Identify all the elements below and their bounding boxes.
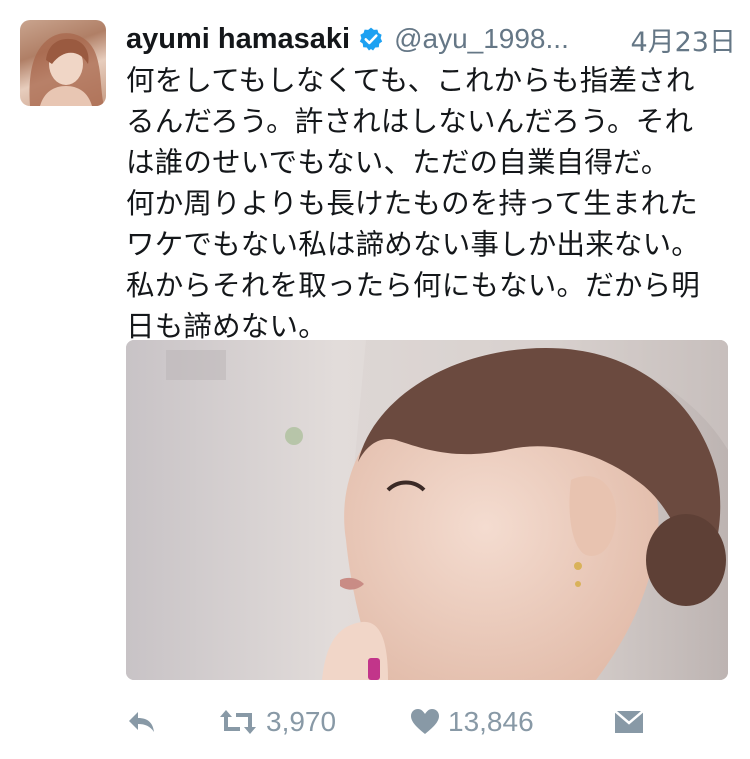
reply-button[interactable] xyxy=(126,700,158,744)
tweet-text-line: 何をしてもしなくても、これからも指差され xyxy=(126,64,695,97)
like-button[interactable]: 13,846 xyxy=(410,700,534,744)
heart-icon xyxy=(411,709,439,734)
envelope-icon xyxy=(614,710,644,733)
tweet-text-line: るんだろう。許されはしないんだろう。それ xyxy=(126,105,694,138)
avatar[interactable] xyxy=(20,20,106,106)
author-handle[interactable]: @ayu_1998... xyxy=(394,23,569,55)
tweet-date[interactable]: 4月23日 xyxy=(630,20,736,59)
photo-image-icon xyxy=(126,340,728,680)
tweet-actions: 3,970 13,846 xyxy=(126,700,736,744)
author-name[interactable]: ayumi hamasaki xyxy=(126,23,350,56)
tweet-text: 何をしてもしなくても、これからも指差され るんだろう。許されはしないんだろう。そ… xyxy=(126,60,736,347)
tweet-photo[interactable] xyxy=(126,340,728,680)
avatar-portrait-icon xyxy=(29,33,104,106)
tweet-text-line: 私からそれを取ったら何にもない。だから明 xyxy=(126,269,701,302)
reply-icon xyxy=(129,712,154,732)
retweet-count: 3,970 xyxy=(266,706,337,737)
retweet-icon xyxy=(220,710,256,734)
verified-badge-icon xyxy=(359,27,383,51)
direct-message-button[interactable] xyxy=(614,700,644,744)
retweet-button[interactable]: 3,970 xyxy=(218,700,336,744)
tweet-text-line: 何か周りよりも長けたものを持って生まれた xyxy=(126,187,699,220)
tweet-header: ayumi hamasaki @ayu_1998... 4月23日 xyxy=(126,20,736,58)
tweet-text-line: は誰のせいでもない、ただの自業自得だ。 xyxy=(126,146,670,179)
like-count: 13,846 xyxy=(448,706,534,737)
tweet-text-line: ワケでもない私は諦めない事しか出来ない。 xyxy=(126,228,701,261)
